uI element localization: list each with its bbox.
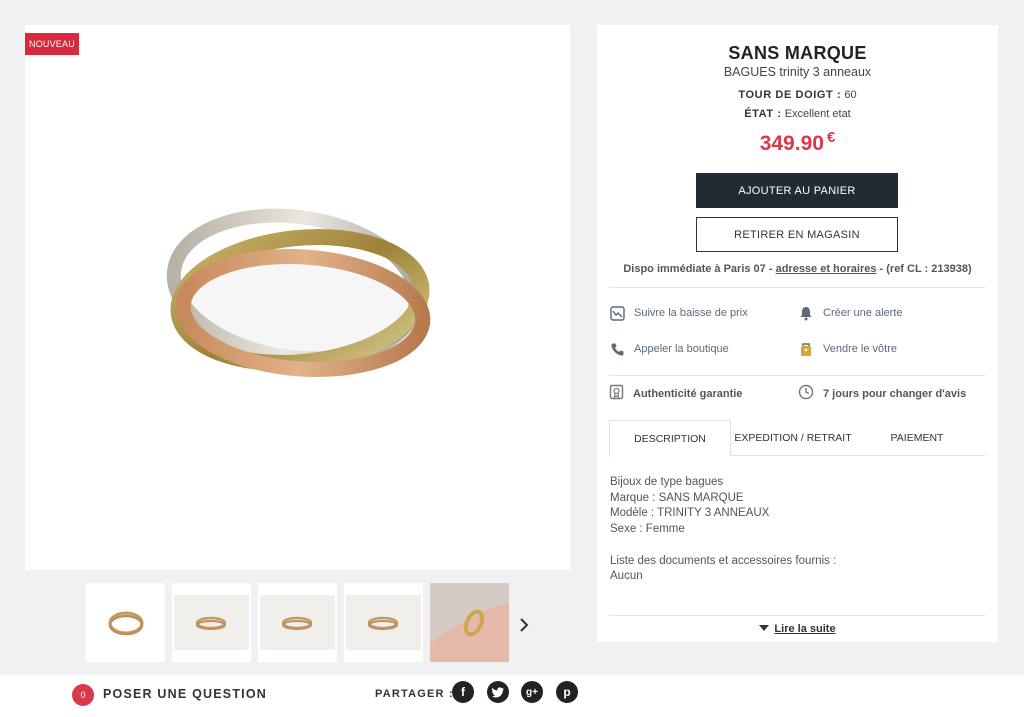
price-watch-label: Suivre la baisse de prix bbox=[634, 307, 748, 319]
read-more-label: Lire la suite bbox=[774, 623, 836, 635]
ring-thumb-icon bbox=[108, 611, 143, 635]
authenticity-guarantee: Authenticité garantie bbox=[609, 384, 742, 403]
description-line: Marque : SANS MARQUE bbox=[610, 491, 744, 504]
sell-yours-label: Vendre le vôtre bbox=[823, 343, 897, 355]
tag-icon bbox=[798, 341, 814, 357]
ring-image bbox=[166, 208, 431, 377]
ring-thumb-icon bbox=[346, 595, 421, 650]
call-shop-action[interactable]: Appeler la boutique bbox=[609, 341, 729, 357]
thumbnail-next-arrow-icon[interactable] bbox=[514, 612, 534, 638]
authenticity-label: Authenticité garantie bbox=[633, 387, 743, 400]
ring-size: TOUR DE DOIGT : 60 bbox=[597, 89, 998, 101]
caret-down-icon bbox=[759, 625, 770, 631]
clock-icon bbox=[798, 384, 814, 403]
thumbnail-3[interactable] bbox=[258, 583, 337, 662]
product-model: BAGUES trinity 3 anneaux bbox=[723, 65, 872, 79]
thumbnail-4[interactable] bbox=[344, 583, 423, 662]
pickup-in-store-button[interactable]: RETIRER EN MAGASIN bbox=[696, 217, 898, 252]
product-state: ÉTAT : Excellent etat bbox=[597, 108, 998, 120]
ring-thumb-icon bbox=[260, 595, 335, 650]
new-badge: NOUVEAU bbox=[25, 33, 79, 55]
divider bbox=[609, 615, 985, 616]
price-currency: € bbox=[826, 129, 836, 146]
thumbnail-2[interactable] bbox=[172, 583, 251, 662]
question-count-badge: 0 bbox=[72, 684, 94, 706]
return-guarantee: 7 jours pour changer d'avis bbox=[798, 384, 966, 403]
ring-size-value: 60 bbox=[844, 89, 857, 101]
description-line: Bijoux de type bagues bbox=[610, 476, 724, 488]
description-line: Aucun bbox=[610, 570, 643, 583]
chart-down-icon bbox=[609, 305, 625, 321]
thumbnail-1[interactable] bbox=[86, 583, 165, 662]
call-shop-label: Appeler la boutique bbox=[634, 343, 729, 355]
bell-icon bbox=[798, 305, 814, 321]
product-price: 349.90 € bbox=[597, 129, 998, 156]
ring-size-label: TOUR DE DOIGT : bbox=[738, 89, 842, 101]
product-info-panel: SANS MARQUE BAGUES trinity 3 anneaux TOU… bbox=[597, 25, 998, 642]
return-days-label: 7 jours pour changer d'avis bbox=[823, 387, 967, 400]
availability-info: Dispo immédiate à Paris 07 - adresse et … bbox=[597, 263, 998, 275]
certificate-icon bbox=[609, 384, 624, 403]
tab-description[interactable]: DESCRIPTION bbox=[609, 420, 731, 457]
description-line: Liste des documents et accessoires fourn… bbox=[610, 554, 837, 567]
divider bbox=[609, 375, 985, 376]
create-alert-action[interactable]: Créer une alerte bbox=[798, 305, 903, 321]
thumbnail-strip bbox=[86, 583, 509, 662]
read-more-link[interactable]: Lire la suite bbox=[597, 623, 998, 635]
price-watch-action[interactable]: Suivre la baisse de prix bbox=[609, 305, 748, 321]
address-hours-link[interactable]: adresse et horaires bbox=[776, 263, 877, 275]
sell-yours-action[interactable]: Vendre le vôtre bbox=[798, 341, 897, 357]
twitter-icon[interactable] bbox=[487, 681, 509, 703]
divider bbox=[609, 287, 985, 288]
tab-shipping[interactable]: EXPEDITION / RETRAIT bbox=[731, 420, 855, 456]
ask-question-button[interactable]: POSER UNE QUESTION bbox=[103, 687, 267, 701]
phone-icon bbox=[609, 341, 625, 357]
product-brand: SANS MARQUE bbox=[728, 43, 867, 63]
hand-ring-thumb-icon bbox=[430, 583, 509, 662]
availability-suffix: - (ref CL : 213938) bbox=[876, 263, 972, 275]
googleplus-icon[interactable]: g+ bbox=[521, 681, 543, 703]
description-line: Modèle : TRINITY 3 ANNEAUX bbox=[610, 507, 770, 520]
description-fade bbox=[597, 595, 998, 615]
share-label: PARTAGER : bbox=[375, 688, 454, 700]
facebook-icon[interactable]: f bbox=[452, 681, 474, 703]
description-line: Sexe : Femme bbox=[610, 523, 685, 536]
product-state-value: Excellent etat bbox=[784, 108, 851, 120]
ring-thumb-icon bbox=[174, 595, 249, 650]
availability-prefix: Dispo immédiate à Paris 07 - bbox=[623, 263, 776, 275]
add-to-cart-button[interactable]: AJOUTER AU PANIER bbox=[696, 173, 898, 208]
tab-payment[interactable]: PAIEMENT bbox=[855, 420, 979, 456]
description-content: Bijoux de type bagues Marque : SANS MARQ… bbox=[610, 475, 980, 585]
create-alert-label: Créer une alerte bbox=[823, 307, 903, 319]
price-value: 349.90 bbox=[759, 132, 824, 155]
product-state-label: ÉTAT : bbox=[744, 108, 782, 120]
main-product-image[interactable]: NOUVEAU bbox=[25, 25, 570, 570]
info-tabs: DESCRIPTION EXPEDITION / RETRAIT PAIEMEN… bbox=[609, 420, 985, 457]
bottom-bar: 0 POSER UNE QUESTION PARTAGER : f g+ p bbox=[0, 675, 1024, 717]
pinterest-icon[interactable]: p bbox=[556, 681, 578, 703]
thumbnail-5[interactable] bbox=[430, 583, 509, 662]
